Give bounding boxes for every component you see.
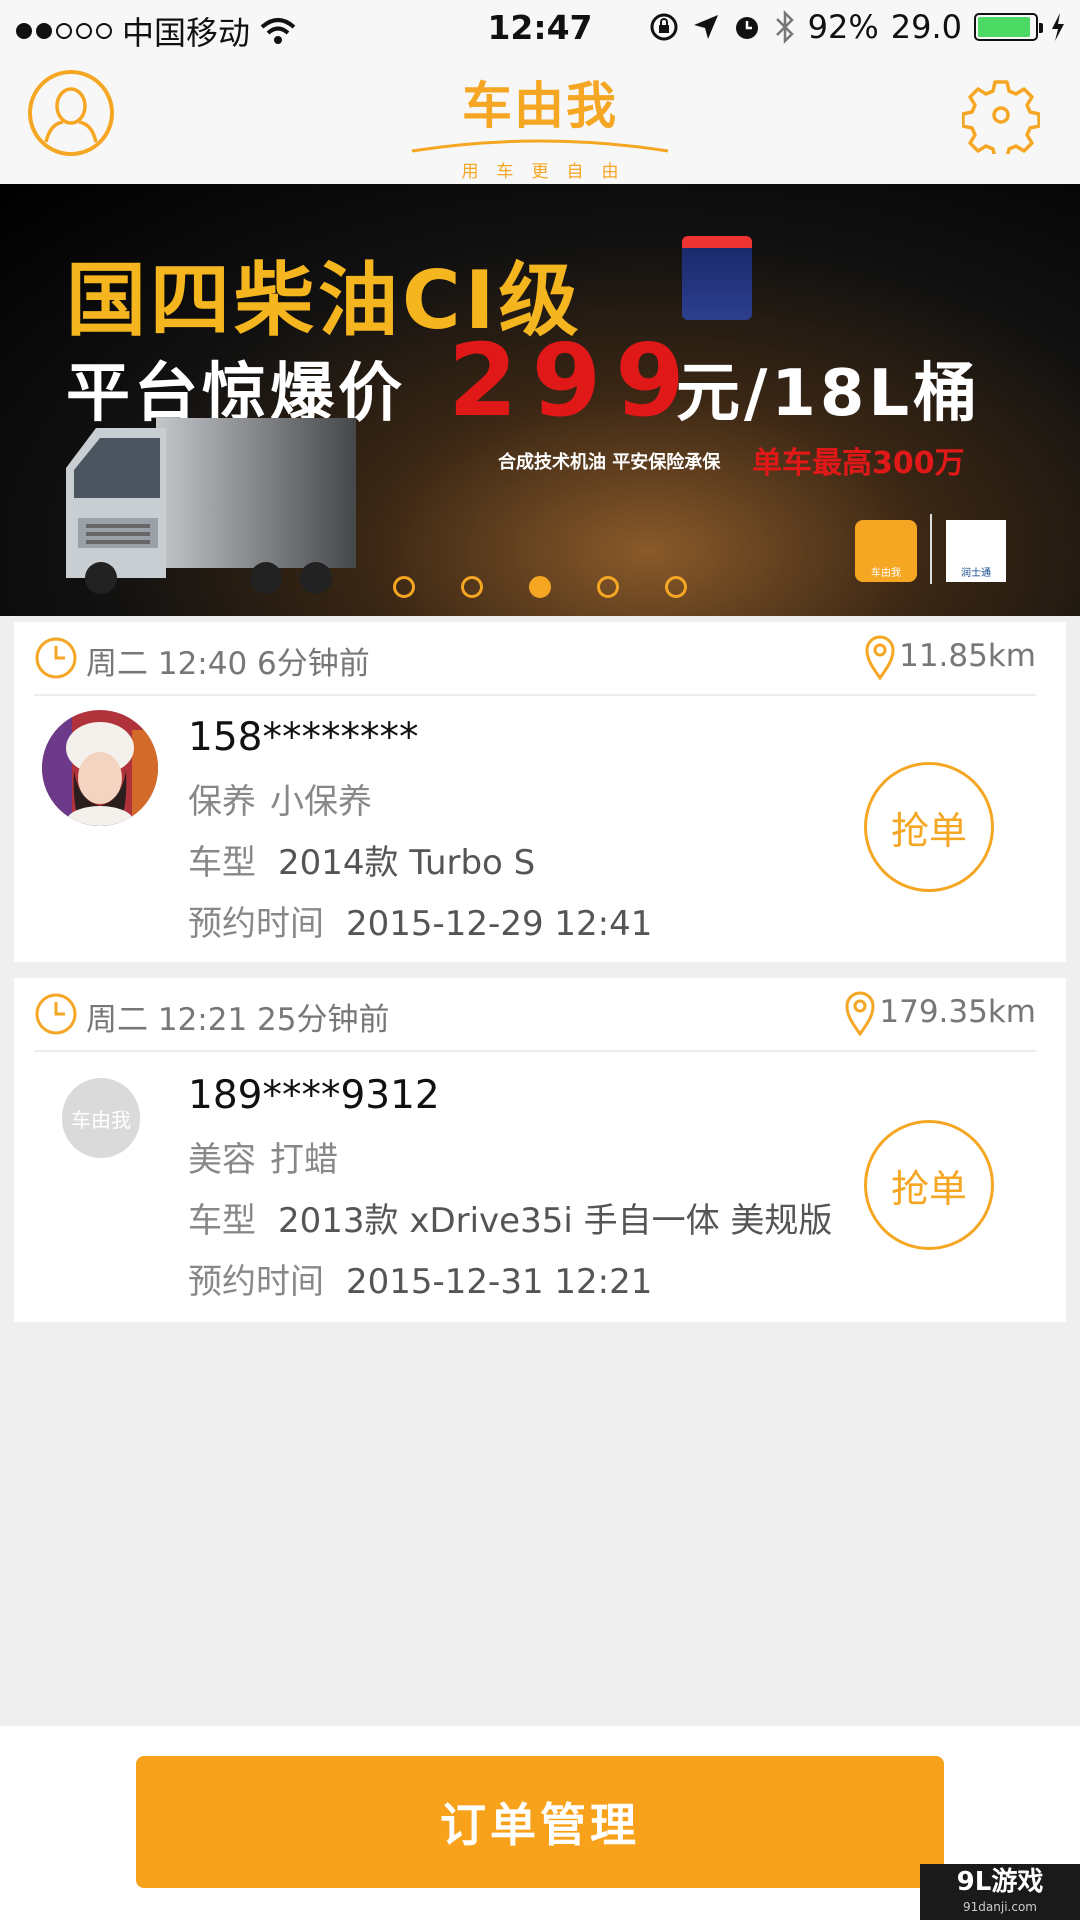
orientation-lock-icon: [650, 13, 678, 41]
service-item: 小保养: [270, 782, 372, 822]
clock-icon: [35, 637, 77, 679]
battery-icon: [974, 13, 1043, 41]
car-model-row: 车型 2013款 xDrive35i 手自一体 美规版: [188, 1191, 832, 1252]
alarm-icon: [735, 17, 758, 39]
promo-banner[interactable]: 国四柴油CI级 平台惊爆价 299 元/18L桶 合成技术机油 平安保险承保 单…: [0, 184, 1080, 616]
appointment-label: 预约时间: [188, 904, 324, 944]
service-category: 保养: [188, 782, 256, 822]
appointment-label: 预约时间: [188, 1262, 324, 1302]
location-arrow-icon: [693, 15, 718, 39]
customer-photo: [42, 710, 158, 826]
grab-order-button[interactable]: 抢单: [864, 1120, 994, 1250]
car-model-label: 车型: [188, 1201, 256, 1241]
logo-title: 车由我: [462, 77, 618, 135]
order-management-button[interactable]: 订单管理: [136, 1756, 944, 1888]
bluetooth-icon: [775, 10, 794, 44]
banner-price: 299: [448, 322, 699, 439]
truck-image: [66, 418, 356, 594]
banner-page-dot[interactable]: [461, 576, 483, 598]
order-time: 周二 12:40 6分钟前: [86, 646, 370, 682]
order-info: 158******** 保养 小保养 车型 2014款 Turbo S 预约时间 20…: [188, 710, 652, 955]
customer-avatar: [42, 710, 158, 826]
badge-divider: [930, 514, 932, 584]
order-distance: 179.35km: [879, 994, 1036, 1030]
car-model-row: 车型 2014款 Turbo S: [188, 833, 652, 894]
customer-phone: 158********: [188, 715, 419, 760]
watermark-sub: 91danji.com: [963, 1900, 1037, 1914]
chexiaowo-badge: 车由我: [855, 520, 917, 582]
service-row: 保养 小保养: [188, 772, 652, 833]
order-card-header: 周二 12:40 6分钟前 11.85km: [34, 622, 1036, 696]
order-info: 189****9312 美容 打蜡 车型 2013款 xDrive35i 手自一体 …: [188, 1068, 832, 1313]
order-card-header: 周二 12:21 25分钟前 179.35km: [34, 978, 1036, 1052]
location-pin-icon: [865, 635, 895, 680]
logo-arc-decoration: [411, 139, 669, 153]
site-watermark: 9L游戏 91danji.com: [920, 1864, 1080, 1920]
order-card[interactable]: 周二 12:21 25分钟前 179.35km 车由我 189****9312 …: [14, 978, 1066, 1322]
appointment-row: 预约时间 2015-12-31 12:21: [188, 1252, 832, 1313]
banner-page-dot[interactable]: [597, 576, 619, 598]
appointment-value: 2015-12-29 12:41: [346, 904, 653, 944]
banner-highlight: 单车最高300万: [752, 446, 965, 481]
service-item: 打蜡: [270, 1140, 338, 1180]
runshitong-badge: 润士通: [946, 520, 1006, 582]
order-card[interactable]: 周二 12:40 6分钟前 11.85km 158******** 保养 小保养 …: [14, 622, 1066, 962]
customer-phone: 189****9312: [188, 1073, 440, 1118]
car-model-label: 车型: [188, 843, 256, 883]
order-time: 周二 12:21 25分钟前: [86, 1002, 390, 1038]
bottom-bar: 订单管理 9L游戏 91danji.com: [0, 1726, 1080, 1920]
service-row: 美容 打蜡: [188, 1130, 832, 1191]
car-model-value: 2014款 Turbo S: [278, 843, 536, 883]
app-header: 车由我 用车更自由: [0, 58, 1080, 184]
order-distance: 11.85km: [899, 638, 1036, 674]
banner-page-dot[interactable]: [393, 576, 415, 598]
banner-page-dot[interactable]: [529, 576, 551, 598]
banner-subline: 合成技术机油 平安保险承保: [498, 452, 721, 473]
profile-button[interactable]: [28, 70, 114, 156]
appointment-value: 2015-12-31 12:21: [346, 1262, 653, 1302]
watermark-main: 9L游戏: [956, 1867, 1044, 1897]
status-bar: 中国移动 12:47 92% 29.0: [0, 0, 1080, 58]
location-pin-icon: [845, 991, 875, 1036]
battery-percent: 92%: [807, 8, 879, 46]
banner-page-dot[interactable]: [665, 576, 687, 598]
user-icon: [44, 87, 98, 143]
oil-bucket-image: [682, 236, 752, 320]
app-logo: 车由我 用车更自由: [405, 66, 675, 182]
logo-slogan: 用车更自由: [461, 162, 637, 182]
charging-icon: [1052, 13, 1064, 41]
status-right: 92% 29.0: [648, 8, 1066, 46]
gear-icon: [961, 80, 1041, 160]
banner-pager[interactable]: [0, 576, 1080, 598]
car-model-value: 2013款 xDrive35i 手自一体 美规版: [278, 1201, 833, 1241]
battery-level: [978, 17, 1030, 37]
appointment-row: 预约时间 2015-12-29 12:41: [188, 894, 652, 955]
clock-icon: [35, 993, 77, 1035]
service-category: 美容: [188, 1140, 256, 1180]
grab-order-button[interactable]: 抢单: [864, 762, 994, 892]
settings-button[interactable]: [961, 76, 1041, 160]
banner-price-suffix: 元/18L桶: [676, 357, 982, 431]
customer-avatar-placeholder: 车由我: [62, 1078, 140, 1158]
status-extra-value: 29.0: [890, 8, 962, 46]
